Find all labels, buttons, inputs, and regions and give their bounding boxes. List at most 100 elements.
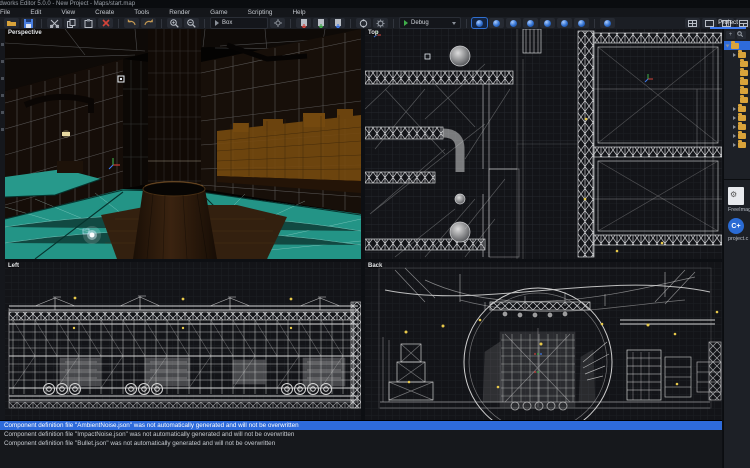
primitive-settings-icon [274,19,282,27]
viewport-top[interactable]: Top [365,29,722,259]
expander-icon[interactable] [733,107,736,111]
delete-icon [102,19,110,27]
material-blue-button[interactable] [330,18,345,28]
delete-button[interactable] [98,18,113,28]
file-item-project-cpp[interactable]: C+ project.c [724,215,750,244]
menu-tools[interactable]: Tools [124,9,159,16]
paste-button[interactable] [81,18,96,28]
cut-button[interactable] [47,18,62,28]
file-label: project.c [728,236,748,242]
project-panel: + FreeImage C+ project.c [723,29,750,468]
viewport-back-label: Back [368,263,382,269]
primitive-settings-button[interactable] [270,18,285,28]
gear-icon [376,19,385,28]
undo-icon [127,19,136,27]
tree-row[interactable] [724,122,750,131]
save-button[interactable] [21,18,36,28]
zoom-in-icon [170,19,179,28]
layout-quad-button[interactable] [685,18,700,28]
expander-icon[interactable] [733,116,736,120]
entity-sphere-button-6[interactable] [557,18,572,28]
chevron-down-icon [452,22,456,25]
expander-icon[interactable] [733,53,736,57]
entity-sphere-button-2[interactable] [489,18,504,28]
expander-icon[interactable] [726,44,730,47]
folder-icon [740,70,748,76]
sphere-icon [544,20,551,27]
run-debug-dropdown[interactable]: Debug [399,17,461,29]
menu-help[interactable]: Help [282,9,315,16]
menu-file[interactable]: File [0,9,20,16]
expander-icon[interactable] [733,125,736,129]
tree-row[interactable] [724,140,750,149]
entity-sphere-button-3[interactable] [506,18,521,28]
entity-sphere-button-5[interactable] [540,18,555,28]
tree-row[interactable] [724,86,750,95]
folder-icon [738,124,746,130]
editor-window: adworks Editor 5.0.0 - New Project - Map… [0,0,750,468]
paste-icon [84,19,93,28]
tree-row[interactable] [724,68,750,77]
add-button[interactable]: + [726,31,735,39]
menu-create[interactable]: Create [85,9,124,16]
zoom-in-button[interactable] [167,18,182,28]
copy-button[interactable] [64,18,79,28]
console-message[interactable]: Component definition file "AmbientNoise.… [0,421,722,430]
toolbar: Box Debug [0,17,750,29]
menu-scripting[interactable]: Scripting [238,9,283,16]
sphere-icon [527,20,534,27]
menu-view[interactable]: View [51,9,85,16]
run-mode-value: Debug [411,20,429,26]
zoom-out-button[interactable] [184,18,199,28]
primitive-dropdown-value: Box [222,20,232,26]
folder-icon [738,106,746,112]
redo-button[interactable] [141,18,156,28]
entity-sphere-button-7[interactable] [574,18,589,28]
viewport-perspective[interactable]: Perspective [5,29,361,259]
tree-row[interactable] [724,113,750,122]
primitive-dropdown[interactable]: Box [210,17,268,29]
settings-file-icon [728,187,744,205]
tab-project[interactable]: Project [710,17,746,29]
tree-row[interactable] [724,95,750,104]
tree-row[interactable] [724,131,750,140]
folder-icon [731,43,739,49]
folder-icon [738,142,746,148]
sphere-icon [476,20,483,27]
menu-render[interactable]: Render [159,9,200,16]
settings-button[interactable] [373,18,388,28]
expander-icon[interactable] [733,143,736,147]
tree-row[interactable] [724,59,750,68]
tree-row[interactable] [724,50,750,59]
project-tree-toolbar: + [724,29,750,41]
menu-edit[interactable]: Edit [20,9,51,16]
undo-button[interactable] [124,18,139,28]
viewport-back[interactable]: Back [365,262,722,420]
entity-sphere-button-8[interactable] [600,18,615,28]
file-item-freeimage[interactable]: FreeImage [724,184,750,215]
rotate-tool-button[interactable] [356,18,371,28]
tree-row[interactable] [724,104,750,113]
console-panel: Component definition file "AmbientNoise.… [0,420,722,448]
title-bar: adworks Editor 5.0.0 - New Project - Map… [0,0,750,8]
viewport-left[interactable]: Left [5,262,361,420]
open-button[interactable] [4,18,19,28]
cpp-file-icon: C+ [728,218,744,234]
menu-game[interactable]: Game [200,9,237,16]
tree-row-root[interactable] [724,41,750,50]
entity-sphere-button-4[interactable] [523,18,538,28]
console-message[interactable]: Component definition file "ImpactNoise.j… [0,430,722,439]
material-red-button[interactable] [296,18,311,28]
copy-icon [67,19,76,28]
viewport-top-label: Top [368,30,379,36]
material-blue-icon [334,19,342,28]
folder-icon [738,133,746,139]
tree-row[interactable] [724,77,750,86]
expander-icon [215,20,219,26]
search-icon[interactable] [737,31,746,39]
perspective-3d-scene [5,29,361,259]
layout-quad-icon [688,20,697,27]
material-green-button[interactable] [313,18,328,28]
expander-icon[interactable] [733,134,736,138]
entity-sphere-button-1[interactable] [472,18,487,28]
